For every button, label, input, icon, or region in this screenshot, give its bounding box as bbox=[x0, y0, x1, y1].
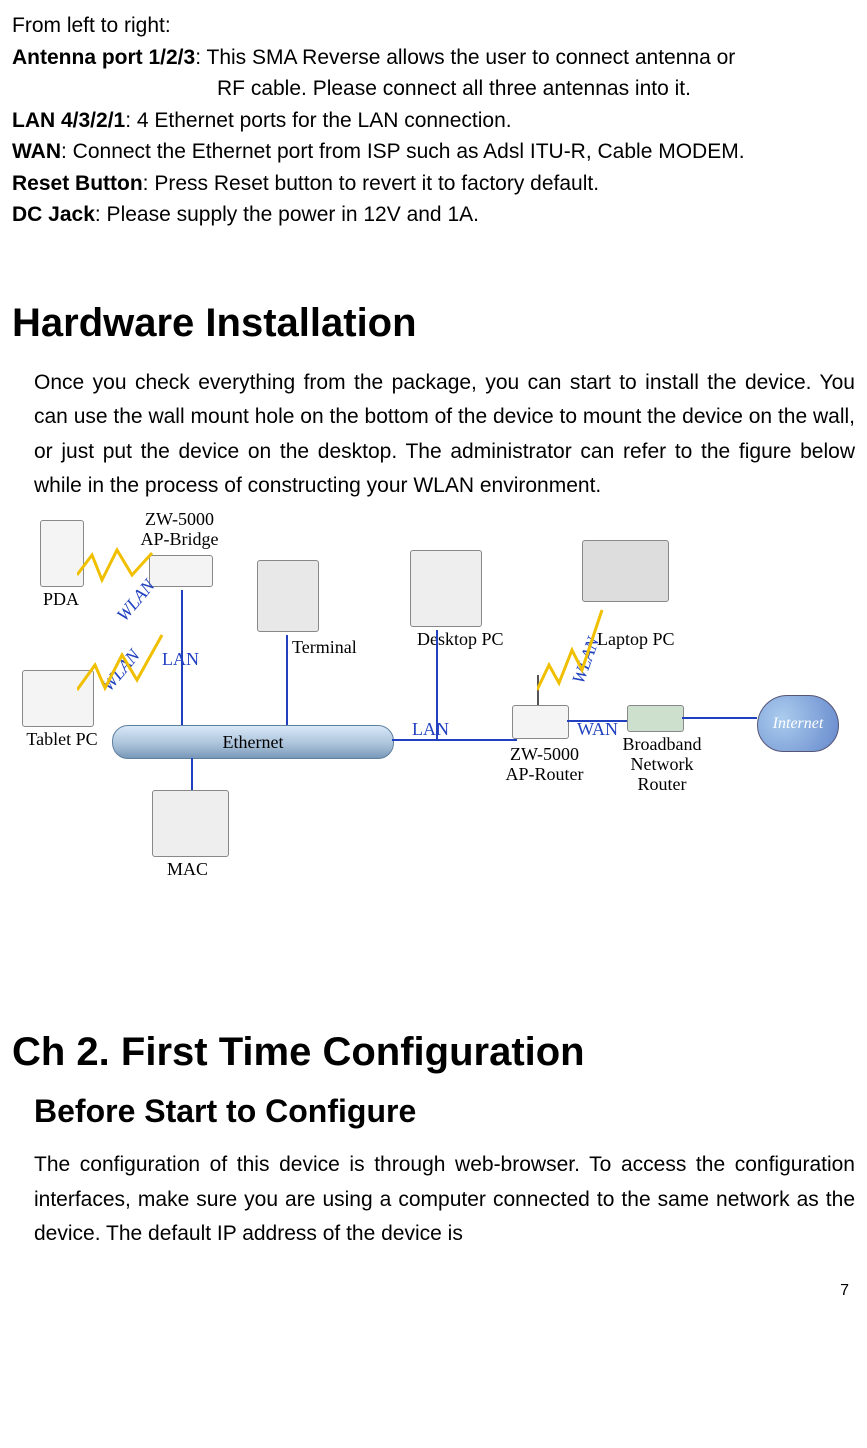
terminal-label: Terminal bbox=[292, 638, 357, 658]
zw-router-label: ZW-5000 AP-Router bbox=[502, 745, 587, 785]
def-dc-label: DC Jack bbox=[12, 203, 95, 226]
broadband-router-icon bbox=[627, 705, 684, 732]
def-reset-text: : Press Reset button to revert it to fac… bbox=[143, 172, 599, 195]
tablet-label: Tablet PC bbox=[22, 730, 102, 750]
lan-link-icon bbox=[177, 590, 197, 725]
def-wan-text: : Connect the Ethernet port from ISP suc… bbox=[61, 140, 745, 163]
terminal-link-icon bbox=[282, 635, 292, 725]
def-lan: LAN 4/3/2/1: 4 Ethernet ports for the LA… bbox=[12, 105, 855, 137]
broadband-label: Broadband Network Router bbox=[617, 735, 707, 794]
def-lan-text: : 4 Ethernet ports for the LAN connectio… bbox=[125, 109, 511, 132]
def-dc-text: : Please supply the power in 12V and 1A. bbox=[95, 203, 479, 226]
def-lan-label: LAN 4/3/2/1 bbox=[12, 109, 125, 132]
network-diagram: PDA ZW-5000 AP-Bridge Tablet PC WLAN WLA… bbox=[22, 510, 842, 880]
zw-bridge-icon bbox=[149, 555, 213, 587]
def-antenna: Antenna port 1/2/3: This SMA Reverse all… bbox=[12, 42, 855, 74]
def-antenna-text2: RF cable. Please connect all three anten… bbox=[12, 73, 855, 105]
desktop-icon bbox=[410, 550, 482, 627]
wireless-link-icon bbox=[537, 605, 607, 695]
zw-bridge-label: ZW-5000 AP-Bridge bbox=[132, 510, 227, 550]
config-para: The configuration of this device is thro… bbox=[34, 1148, 855, 1252]
def-dc: DC Jack: Please supply the power in 12V … bbox=[12, 199, 855, 231]
terminal-icon bbox=[257, 560, 319, 632]
def-wan: WAN: Connect the Ethernet port from ISP … bbox=[12, 136, 855, 168]
def-reset: Reset Button: Press Reset button to reve… bbox=[12, 168, 855, 200]
page-number: 7 bbox=[12, 1282, 855, 1300]
wireless-link-icon bbox=[77, 545, 157, 595]
def-antenna-label: Antenna port 1/2/3 bbox=[12, 46, 195, 69]
laptop-icon bbox=[582, 540, 669, 602]
lan-label-2: LAN bbox=[412, 720, 449, 740]
broadband-link-icon bbox=[682, 715, 757, 721]
def-reset-label: Reset Button bbox=[12, 172, 143, 195]
hardware-installation-heading: Hardware Installation bbox=[12, 301, 855, 346]
hardware-installation-para: Once you check everything from the packa… bbox=[34, 366, 855, 505]
intro-line: From left to right: bbox=[12, 10, 855, 42]
before-start-heading: Before Start to Configure bbox=[34, 1093, 855, 1130]
def-antenna-text1: : This SMA Reverse allows the user to co… bbox=[195, 46, 735, 69]
def-wan-label: WAN bbox=[12, 140, 61, 163]
internet-cloud-icon: Internet bbox=[757, 695, 839, 752]
laptop-label: Laptop PC bbox=[597, 630, 675, 650]
zw-router-icon bbox=[512, 705, 569, 739]
pda-label: PDA bbox=[40, 590, 82, 610]
mac-label: MAC bbox=[167, 860, 208, 880]
wireless-link-icon bbox=[77, 630, 167, 700]
wan-link-icon bbox=[567, 718, 627, 724]
mac-icon bbox=[152, 790, 229, 857]
ethernet-bar: Ethernet bbox=[112, 725, 394, 759]
ch2-heading: Ch 2. First Time Configuration bbox=[12, 1030, 855, 1075]
mac-link-icon bbox=[187, 758, 197, 790]
